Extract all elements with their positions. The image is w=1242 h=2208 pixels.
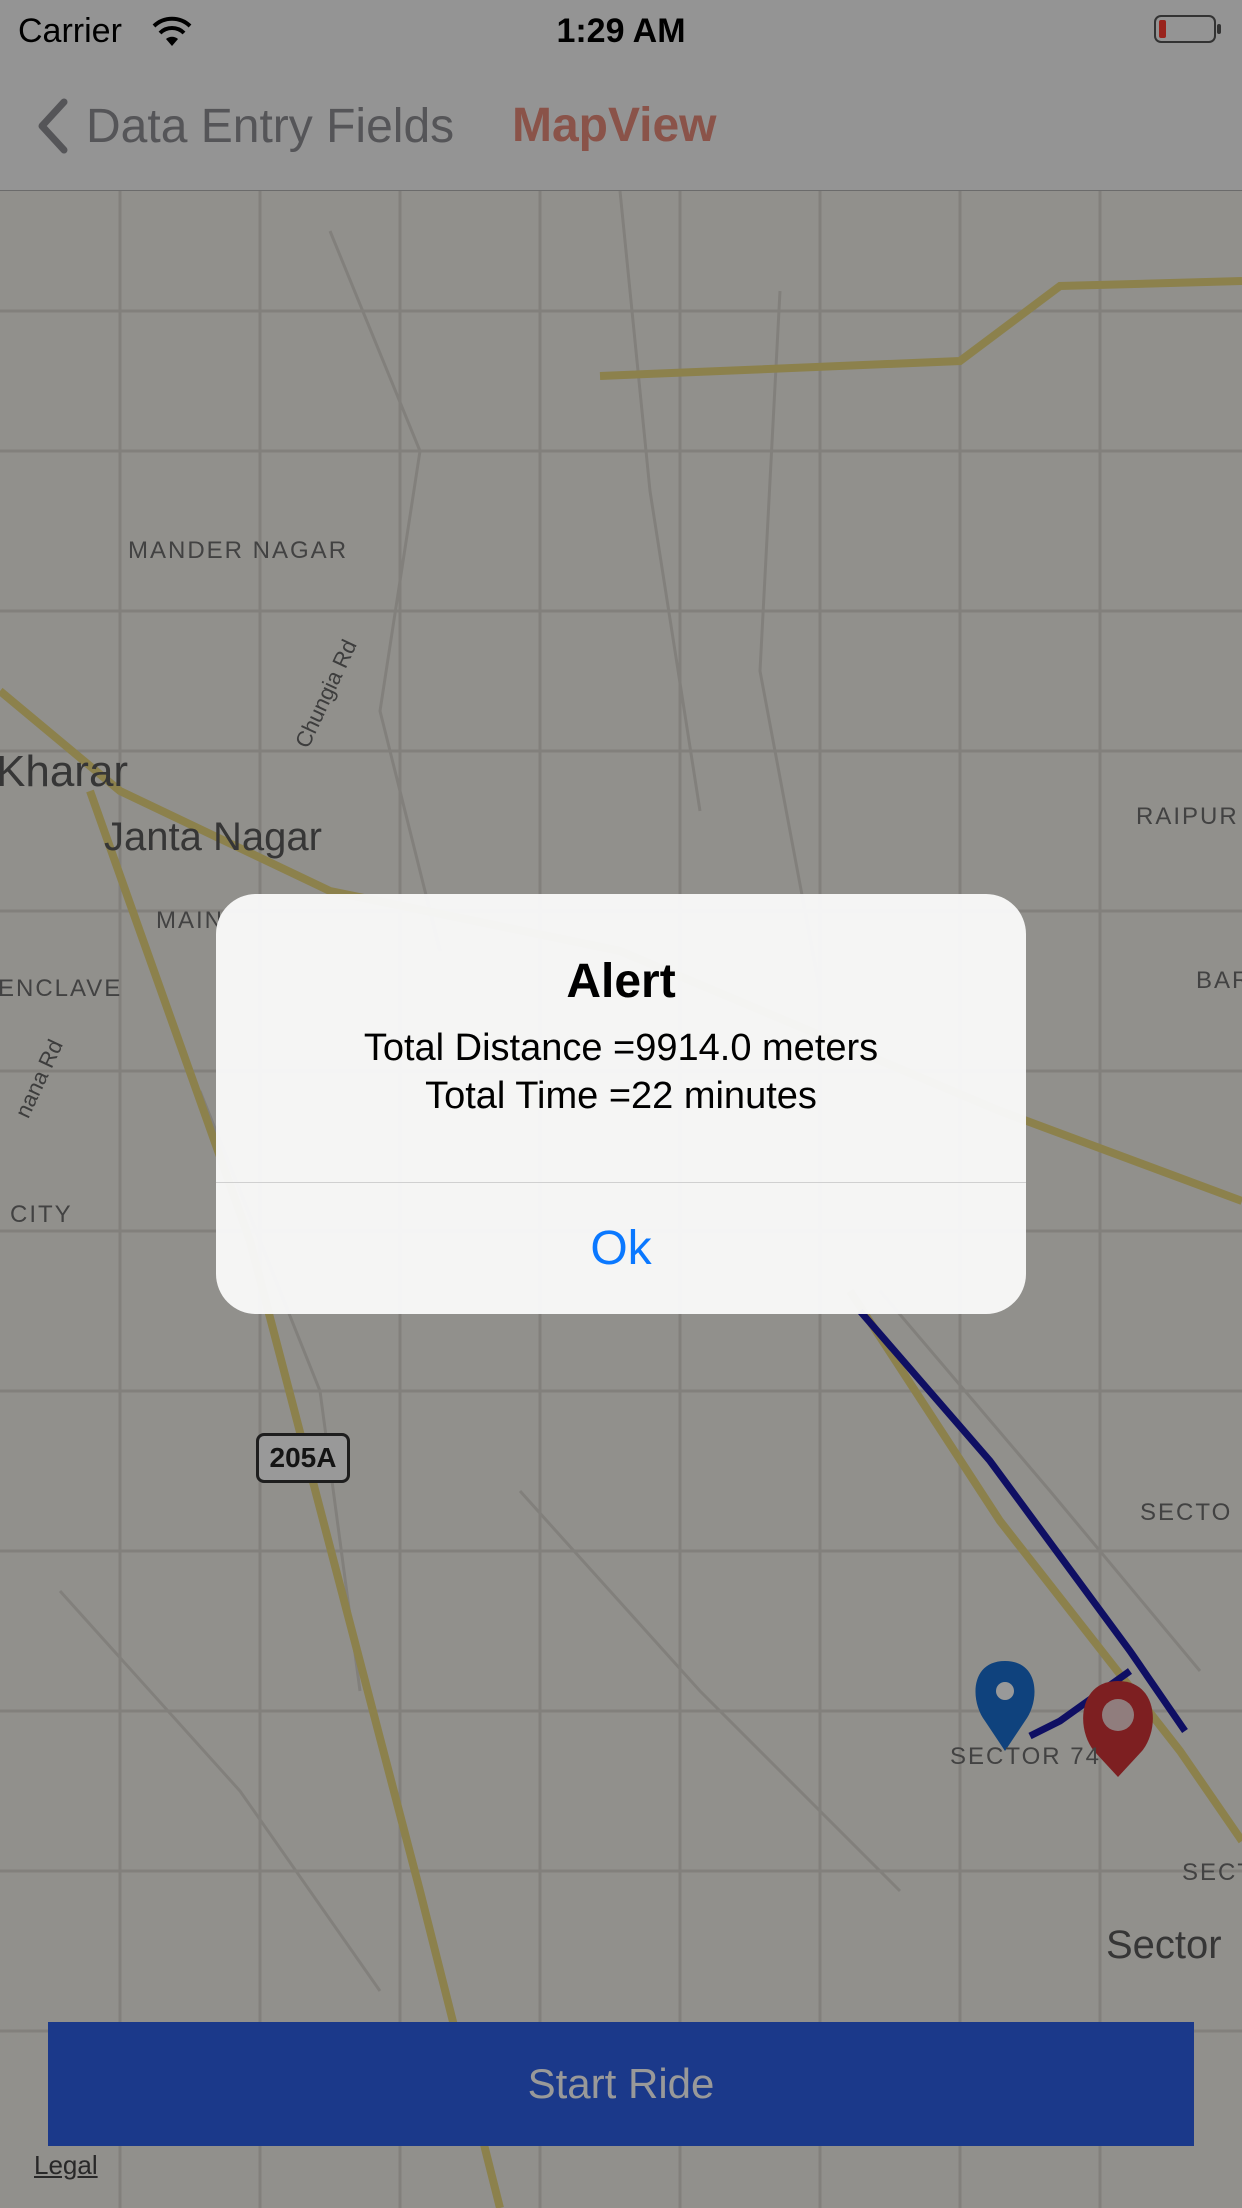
alert-title: Alert xyxy=(566,955,676,1008)
alert-distance: Total Distance =9914.0 meters xyxy=(363,1027,879,1069)
ok-button[interactable]: Ok xyxy=(216,1183,1026,1314)
alert-message: Total Distance =9914.0 meters Total Time… xyxy=(216,1024,1026,1120)
alert-time: Total Time =22 minutes xyxy=(425,1075,817,1117)
alert-dialog: Alert Total Distance =9914.0 meters Tota… xyxy=(216,894,1026,1314)
